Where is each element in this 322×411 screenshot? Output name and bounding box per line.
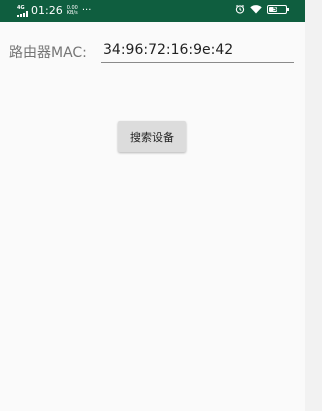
router-mac-input[interactable] [103, 42, 291, 58]
battery-icon: 51 [267, 4, 289, 14]
status-bar: 4G 01:26 0.00 KB/s ··· 51 [0, 0, 305, 22]
search-device-button[interactable]: 搜索设备 [118, 121, 186, 152]
signal-icon: 4G [17, 5, 28, 17]
more-notifications-indicator: ··· [81, 5, 92, 16]
router-mac-label: 路由器MAC: [9, 45, 87, 61]
device-frame: 4G 01:26 0.00 KB/s ··· 51 路由器MAC: 34:96:… [0, 0, 322, 411]
status-time: 01:26 [31, 4, 63, 17]
status-bar-left: 4G 01:26 0.00 KB/s ··· [17, 4, 91, 18]
battery-level: 51 [272, 5, 282, 13]
network-speed: 0.00 KB/s [67, 6, 78, 16]
app-screen [0, 22, 305, 411]
wifi-icon [250, 4, 262, 14]
network-speed-unit: KB/s [66, 10, 78, 16]
router-mac-field [101, 40, 294, 63]
alarm-icon [235, 4, 245, 14]
status-bar-right: 51 [235, 4, 289, 14]
